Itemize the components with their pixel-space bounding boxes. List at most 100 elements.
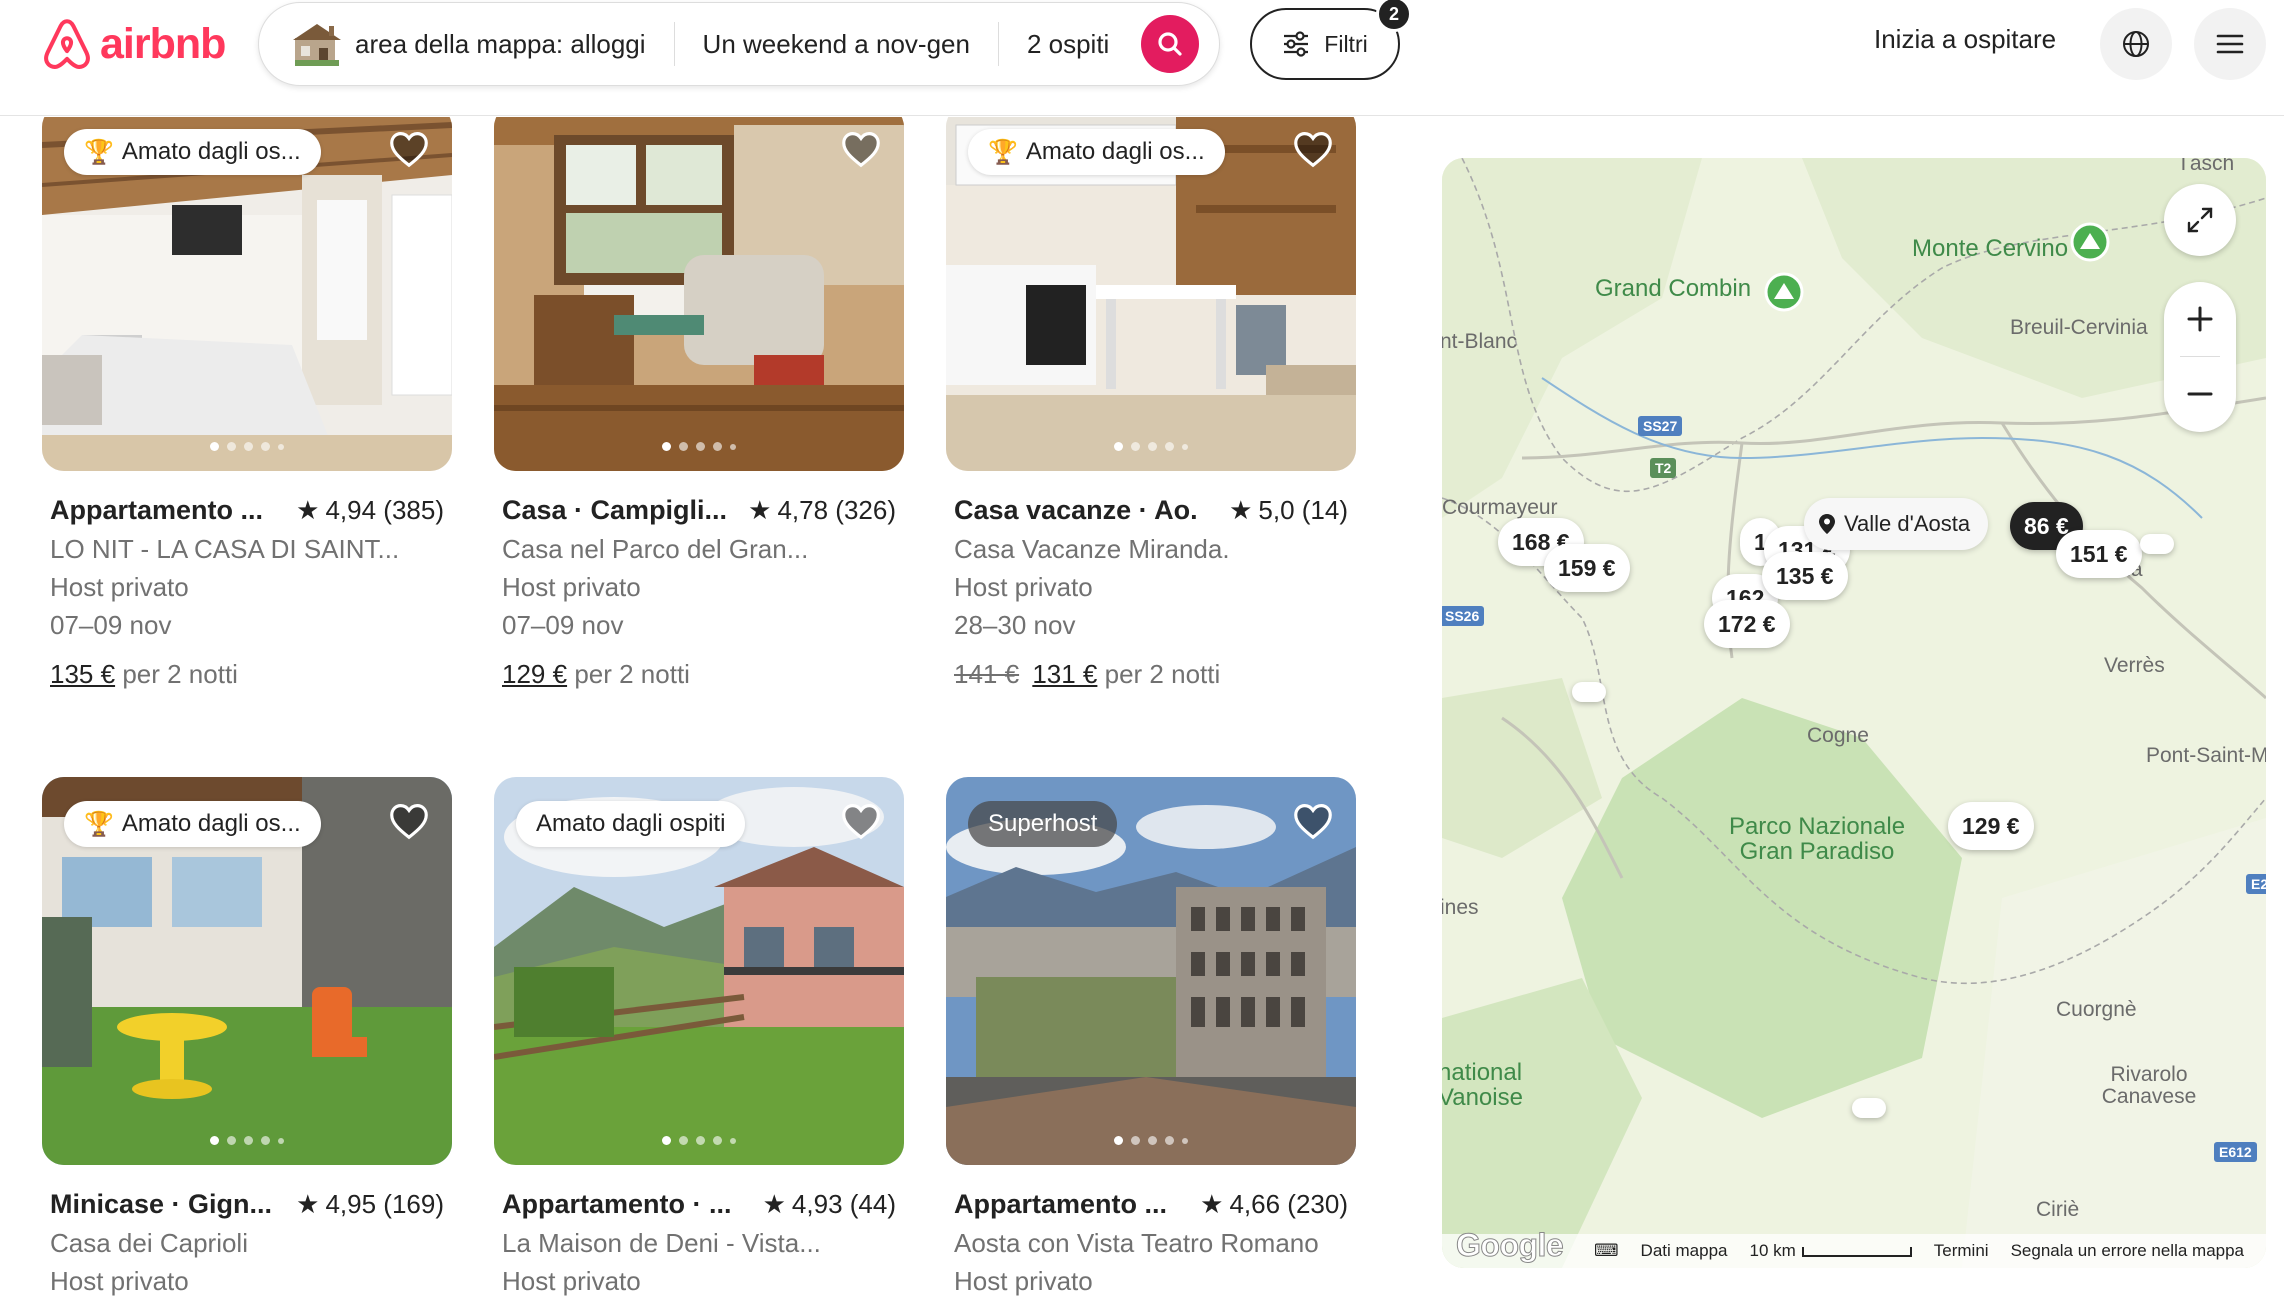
top-navbar: airbnb area della mappa: alloggi Un week… [0,0,2284,116]
google-logo: Google [1455,1227,1564,1264]
listing-title: Minicase · Gign... [50,1188,273,1219]
become-host-link[interactable]: Inizia a ospitare [1874,24,2056,55]
rating-value: 4,94 (385) [325,494,444,525]
keyboard-shortcuts-icon[interactable]: ⌨ [1594,1241,1619,1261]
guest-favorite-badge: 🏆 Amato dagli os... [968,129,1225,175]
map-price-pin[interactable]: 172 € [1704,600,1790,648]
map-data-link[interactable]: Dati mappa [1641,1241,1728,1261]
star-icon: ★ [296,1188,320,1219]
price-amount[interactable]: 131 € [1032,659,1097,689]
listing-card[interactable]: Amato dagli ospiti Appartamento · ... ★ 4… [494,777,904,1297]
price-amount[interactable]: 135 € [50,659,115,689]
badge-label: Superhost [988,810,1098,837]
badge-label: Amato dagli os... [121,810,301,837]
superhost-badge: Superhost [968,801,1118,847]
heart-icon[interactable] [386,125,432,171]
map-panel[interactable]: Täsch Monte Cervino Grand Combin Breuil-… [1442,158,2266,1268]
badge-label: Amato dagli os... [121,138,301,165]
map-price-pin[interactable]: 135 € [1762,552,1848,600]
zoom-in-button[interactable] [2164,282,2236,356]
airbnb-logo[interactable]: airbnb [40,14,226,74]
photo-pagination-dots [42,1136,452,1145]
map-pin-dot[interactable] [2140,534,2174,554]
listing-price: 129 € per 2 notti [502,659,896,690]
map-price-pin[interactable]: 159 € [1544,544,1630,592]
heart-icon[interactable] [838,125,884,171]
listing-host: Host privato [50,1266,189,1296]
listing-card[interactable]: Superhost Appartamento ... ★ 4,66 (230) A… [946,777,1356,1297]
listing-photo[interactable]: 🏆 Amato dagli os... [946,117,1356,471]
listing-card[interactable]: 🏆 Amato dagli os... Appartamento ... ★ 4,… [42,117,452,690]
plus-icon [2187,306,2213,332]
search-dates[interactable]: Un weekend a nov-gen [675,21,998,67]
airbnb-belo-icon [44,19,90,69]
report-error-link[interactable]: Segnala un errore nella mappa [2011,1241,2244,1261]
map-zoom-controls [2164,282,2236,432]
terms-link[interactable]: Termini [1934,1241,1989,1261]
map-label-parco-gran-paradiso: Parco Nazionale Gran Paradiso [1728,813,1906,865]
mountain-peak-icon [1764,272,1804,312]
logo-wordmark: airbnb [100,19,226,68]
filters-button[interactable]: Filtri 2 [1250,0,1412,80]
search-button[interactable] [1141,15,1200,73]
filters-count-badge: 2 [1376,0,1412,32]
listing-card[interactable]: 🏆 Amato dagli os... Minicase · Gign... ★… [42,777,452,1297]
listing-photo[interactable] [494,117,904,471]
language-button[interactable] [2100,8,2172,80]
road-label-ss26: SS26 [1442,606,1485,626]
map-label-courmayeur: Courmayeur [1442,496,1558,519]
listing-name: Casa nel Parco del Gran... [502,534,809,564]
trophy-icon: 🏆 [988,138,1018,166]
listing-photo[interactable]: Amato dagli ospiti [494,777,904,1165]
rating-value: 4,93 (44) [791,1188,896,1219]
listing-rating: ★ 4,93 (44) [763,1189,896,1220]
map-label-breuil-cervinia: Breuil-Cervinia [2010,316,2148,339]
map-label-verres: Verrès [2104,654,2165,677]
map-price-pin[interactable]: 151 € [2056,530,2142,578]
listing-name: Aosta con Vista Teatro Romano [954,1228,1319,1258]
heart-icon[interactable] [386,797,432,843]
badge-label: Amato dagli os... [1025,138,1205,165]
listing-photo[interactable]: Superhost [946,777,1356,1165]
heart-icon[interactable] [1290,125,1336,171]
search-bar[interactable]: area della mappa: alloggi Un weekend a n… [258,2,1220,86]
listing-host: Host privato [954,572,1093,602]
trophy-icon: 🏆 [84,810,114,838]
search-location[interactable]: area della mappa: alloggi [347,21,674,67]
listing-photo[interactable]: 🏆 Amato dagli os... [42,117,452,471]
price-suffix: per 2 notti [122,659,238,689]
listing-card[interactable]: 🏆 Amato dagli os... Casa vacanze · Ao...… [946,117,1356,690]
search-guests[interactable]: 2 ospiti [999,21,1137,67]
map-label-cuorgne: Cuorgnè [2056,998,2137,1021]
map-label-cirie: Ciriè [2036,1198,2080,1221]
map-label-vanoise: national Vanoise [1442,1059,1523,1111]
zoom-out-button[interactable] [2164,357,2236,431]
listing-title: Casa vacanze · Ao... [954,494,1199,525]
listing-host: Host privato [502,572,641,602]
rating-value: 4,78 (326) [777,494,896,525]
listing-rating: ★ 4,95 (169) [296,1189,444,1220]
listing-rating: ★ 4,94 (385) [296,495,444,526]
heart-icon[interactable] [838,797,884,843]
map-label-ines: ines [1442,896,1479,919]
listing-host: Host privato [502,1266,641,1296]
listing-rating: ★ 5,0 (14) [1229,495,1348,526]
scale-bar [1801,1246,1912,1257]
heart-icon[interactable] [1290,797,1336,843]
listing-host: Host privato [954,1266,1093,1296]
map-expand-button[interactable] [2164,184,2236,256]
map-pin-dot[interactable] [1572,682,1606,702]
listing-dates: 07–09 nov [50,610,172,640]
rating-value: 4,95 (169) [325,1188,444,1219]
price-amount[interactable]: 129 € [502,659,567,689]
listing-card[interactable]: Casa · Campigli... ★ 4,78 (326) Casa nel … [494,117,904,690]
map-place-tooltip[interactable]: Valle d'Aosta [1804,498,1989,550]
listing-photo[interactable]: 🏆 Amato dagli os... [42,777,452,1165]
listing-name: Casa Vacanze Miranda. [954,534,1230,564]
location-pin-icon [1819,514,1835,534]
map-label-monte-cervino: Monte Cervino [1912,235,2069,262]
map-pin-dot[interactable] [1852,1098,1886,1118]
main-menu-button[interactable] [2194,8,2266,80]
map-price-pin[interactable]: 129 € [1948,802,2034,850]
photo-pagination-dots [946,1136,1356,1145]
